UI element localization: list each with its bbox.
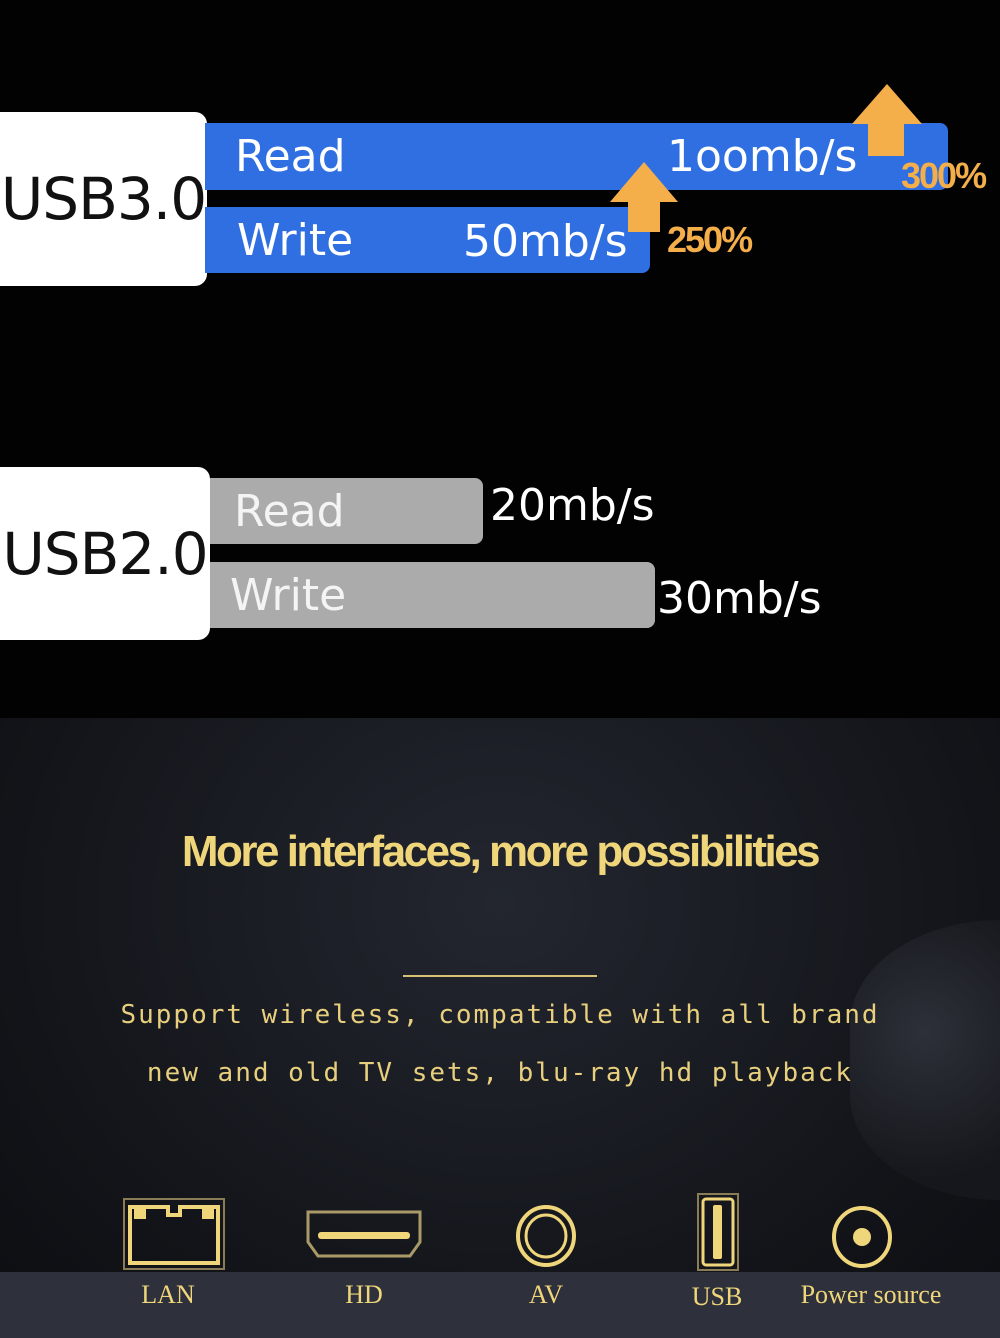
description-line: Support wireless, compatible with all br… (120, 1000, 880, 1030)
headline: More interfaces, more possibilities (181, 827, 821, 876)
usb2-write-value: 30mb/s (657, 573, 822, 624)
usb2-read-value: 20mb/s (490, 480, 655, 531)
hdmi-port-icon (306, 1210, 422, 1258)
usb2-write-bar: Write (210, 562, 655, 628)
port-label-power: Power source (800, 1280, 942, 1309)
up-arrow-icon (852, 84, 922, 156)
av-port-icon (516, 1205, 576, 1267)
usb-port-icon (697, 1193, 739, 1271)
usb2-write-label: Write (230, 569, 347, 621)
usb3-write-increase: 250% (667, 219, 753, 260)
usb3-read-increase: 300% (901, 155, 987, 196)
usb2-label: USB2.0 (0, 467, 210, 640)
port-label-hd: HD (345, 1280, 383, 1309)
power-port-icon (832, 1206, 892, 1268)
usb3-read-value: 1oomb/s (667, 131, 858, 182)
description-line: new and old TV sets, blu-ray hd playback (146, 1058, 854, 1088)
divider (403, 975, 597, 977)
usb3-write-value: 50mb/s (463, 216, 628, 267)
usb2-read-label: Read (234, 485, 345, 537)
usb3-read-label: Read (235, 131, 346, 182)
lan-port-icon (123, 1198, 225, 1270)
usb3-label: USB3.0 (0, 112, 207, 286)
port-label-av: AV (528, 1280, 564, 1309)
usb3-write-label: Write (237, 214, 354, 266)
usb2-read-bar: Read (210, 478, 483, 544)
port-label-lan: LAN (141, 1280, 195, 1309)
